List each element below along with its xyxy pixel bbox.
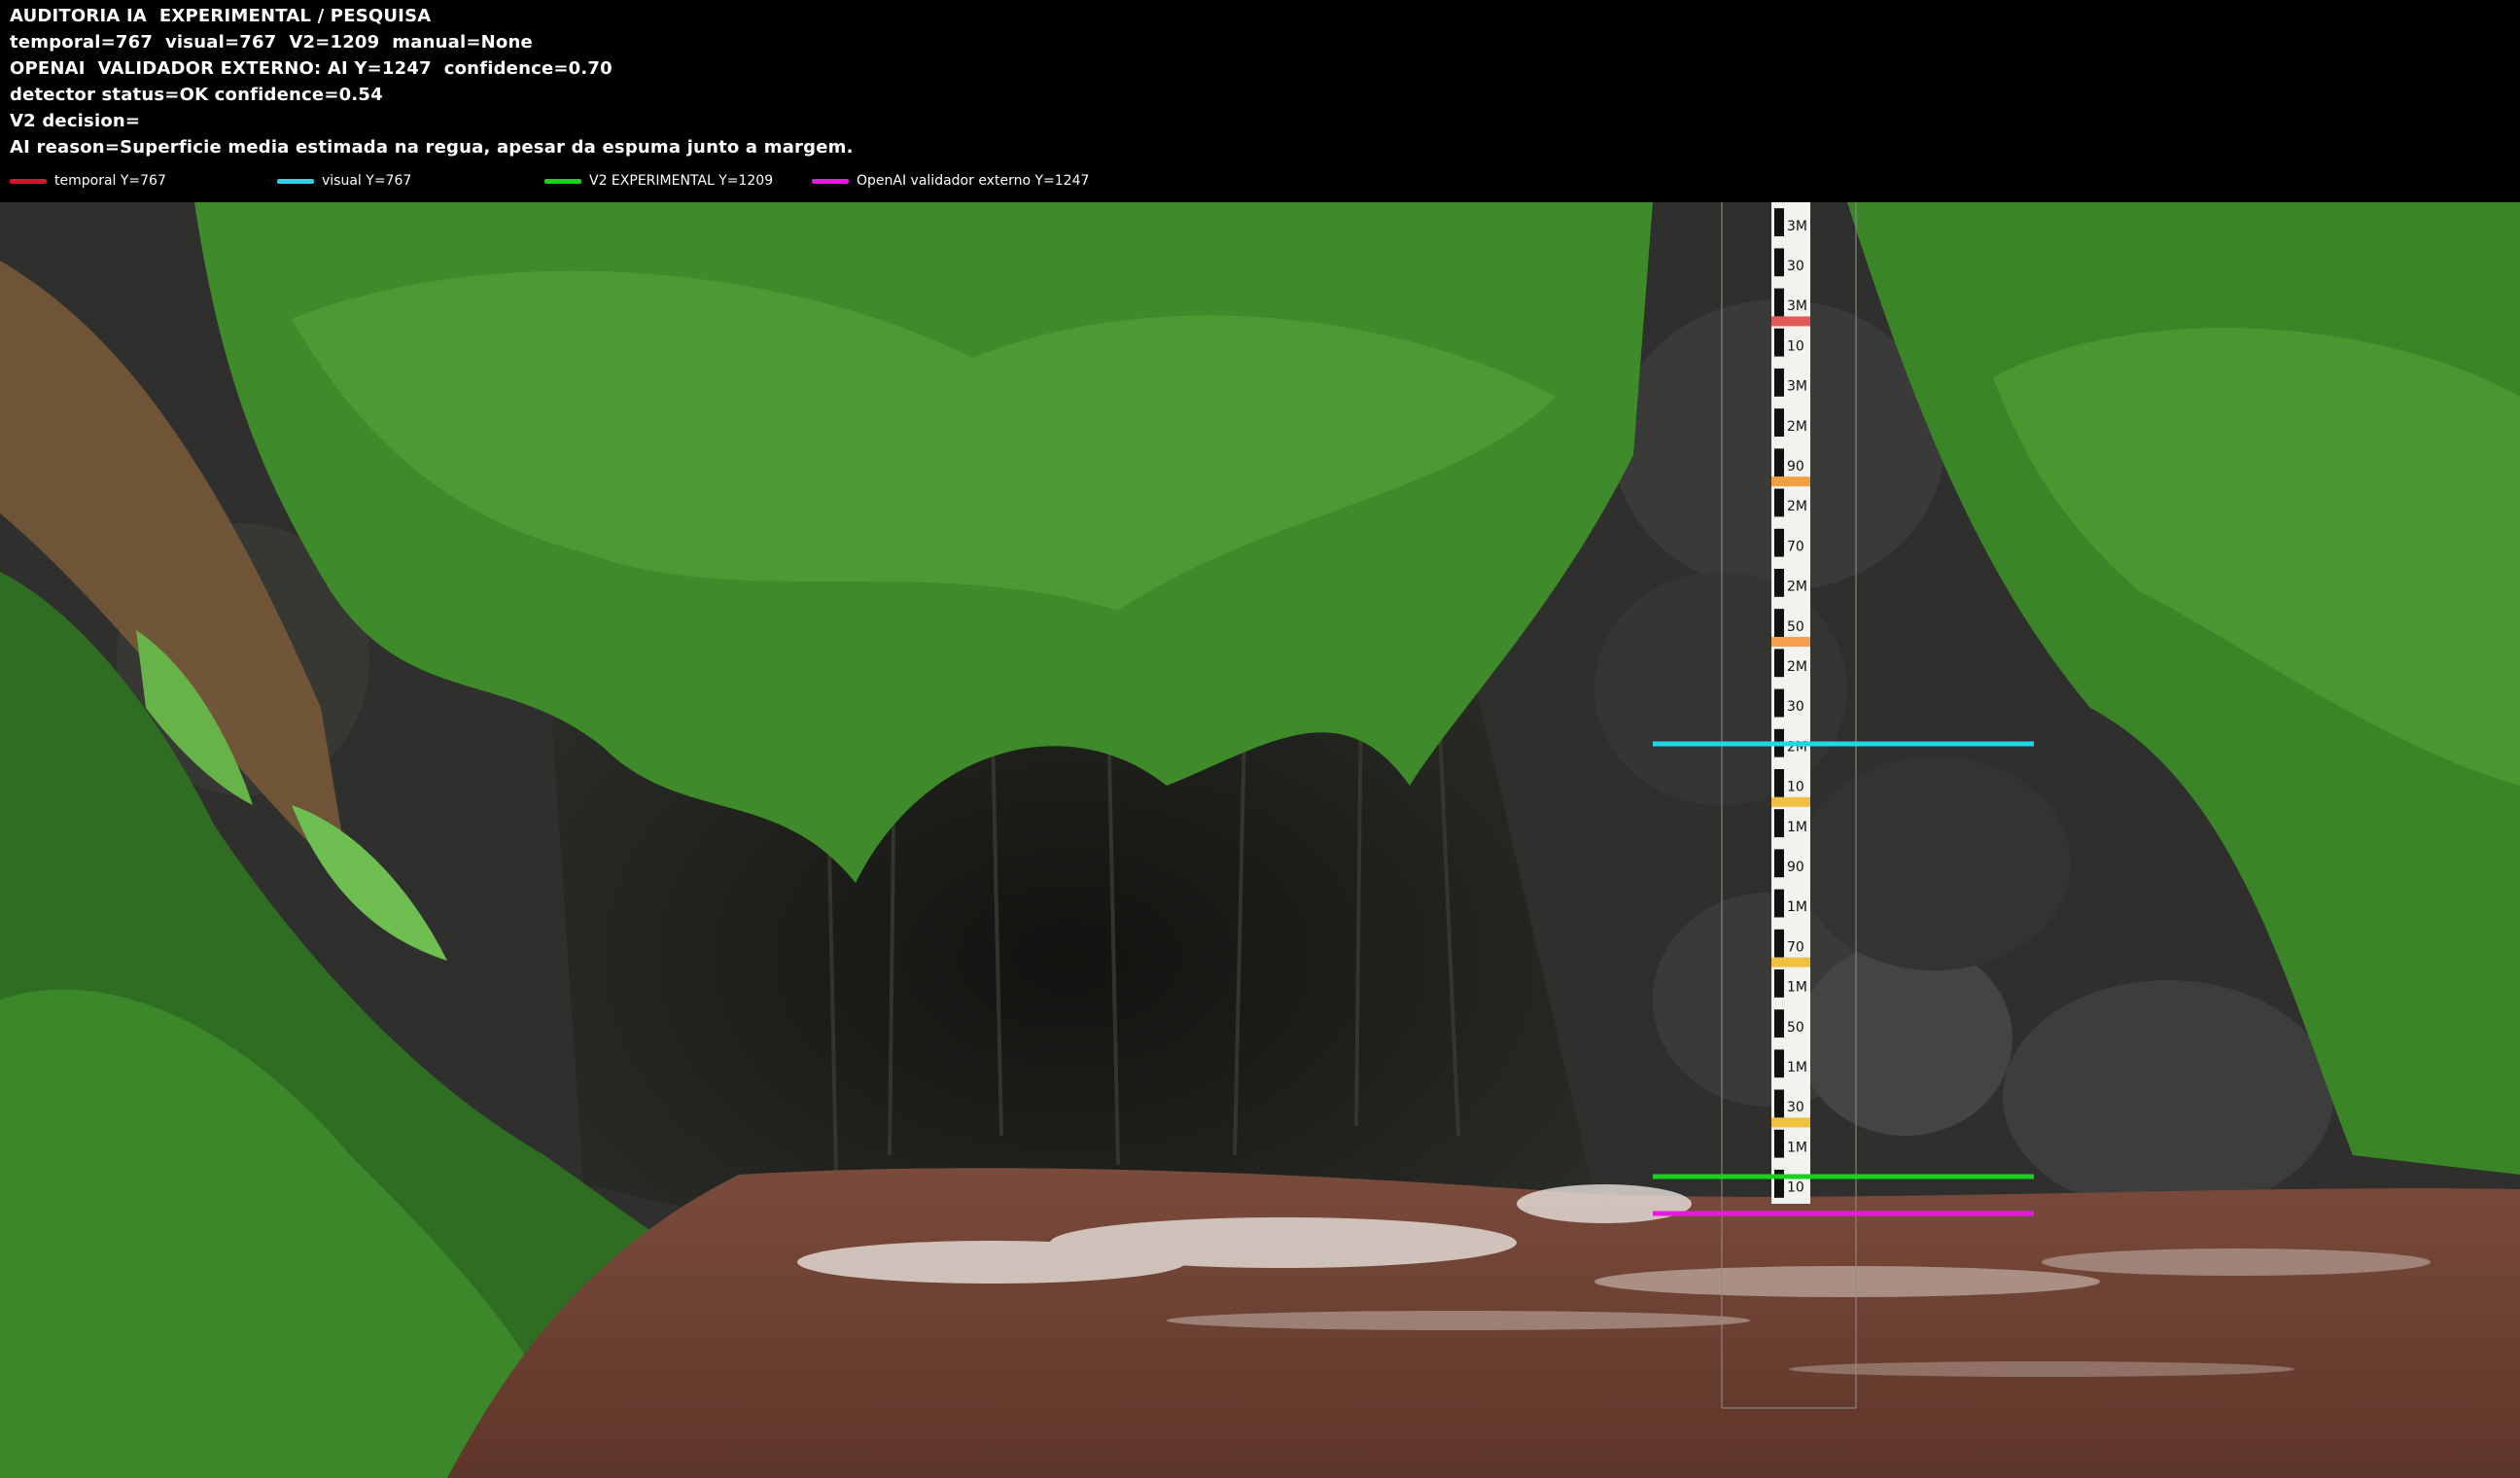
gauge-label: 2M: [1787, 580, 1807, 595]
gauge-label: 30: [1787, 699, 1804, 715]
legend-label-openai: OpenAI validador externo Y=1247: [857, 173, 1090, 189]
header-title: AUDITORIA IA EXPERIMENTAL / PESQUISA: [10, 6, 432, 26]
gauge-e-mark: [1774, 889, 1784, 918]
audit-header: AUDITORIA IA EXPERIMENTAL / PESQUISA tem…: [0, 0, 2520, 202]
gauge-e-mark: [1774, 768, 1784, 797]
gauge-e-mark: [1774, 1009, 1784, 1038]
gauge-label: 1M: [1787, 1140, 1807, 1155]
gauge-color-band: [1771, 1117, 1810, 1128]
gauge-label: 50: [1787, 1020, 1804, 1036]
legend-label-temporal: temporal Y=767: [54, 173, 166, 189]
legend-item-temporal: temporal Y=767: [10, 169, 166, 193]
gauge-label: 1M: [1787, 820, 1807, 835]
gauge-e-mark: [1774, 568, 1784, 597]
gauge-e-mark: [1774, 208, 1784, 237]
gauge-label: 10: [1787, 338, 1804, 354]
legend-swatch-temporal: [10, 179, 47, 184]
gauge-color-band: [1771, 957, 1810, 968]
header-openai-validator: OPENAI VALIDADOR EXTERNO: AI Y=1247 conf…: [10, 58, 612, 79]
gauge-color-band: [1771, 637, 1810, 648]
gauge-label: 2M: [1787, 499, 1807, 514]
gauge-e-mark: [1774, 328, 1784, 357]
gauge-label: 90: [1787, 860, 1804, 875]
gauge-label: 70: [1787, 939, 1804, 955]
gauge-e-mark: [1774, 1129, 1784, 1158]
gauge-label: 90: [1787, 459, 1804, 475]
gauge-e-mark: [1774, 1089, 1784, 1118]
legend-label-visual: visual Y=767: [322, 173, 412, 189]
gauge-e-mark: [1774, 488, 1784, 517]
river-scene: 3M303M103M2M902M702M502M302M101M901M701M…: [0, 202, 2520, 1478]
gauge-label: 10: [1787, 780, 1804, 795]
gauge-e-mark: [1774, 609, 1784, 638]
legend-swatch-v2: [544, 179, 581, 184]
gauge-label: 3M: [1787, 379, 1807, 395]
header-v2-decision: V2 decision=: [10, 111, 141, 131]
gauge-e-mark: [1774, 849, 1784, 878]
gauge-e-mark: [1774, 248, 1784, 277]
gauge-e-mark: [1774, 408, 1784, 438]
gauge-e-mark: [1774, 809, 1784, 838]
legend-item-openai: OpenAI validador externo Y=1247: [812, 169, 1089, 193]
header-detector-status: detector status=OK confidence=0.54: [10, 85, 383, 105]
gauge-label: 1M: [1787, 980, 1807, 996]
gauge-label: 3M: [1787, 299, 1807, 314]
header-ai-reason: AI reason=Superficie media estimada na r…: [10, 137, 854, 158]
legend-item-visual: visual Y=767: [277, 169, 411, 193]
gauge-e-mark: [1774, 1169, 1784, 1198]
staff-gauge: 3M303M103M2M902M702M502M302M101M901M701M…: [1771, 202, 1810, 1204]
gauge-e-mark: [1774, 688, 1784, 718]
gauge-label: 1M: [1787, 1060, 1807, 1075]
gauge-color-band: [1771, 316, 1810, 327]
gauge-label: 50: [1787, 619, 1804, 635]
gauge-e-mark: [1774, 448, 1784, 477]
gauge-label: 10: [1787, 1180, 1804, 1196]
gauge-label: 30: [1787, 1100, 1804, 1115]
gauge-label: 3M: [1787, 219, 1807, 234]
gauge-label: 2M: [1787, 419, 1807, 435]
gauge-color-band: [1771, 796, 1810, 807]
gauge-e-mark: [1774, 929, 1784, 958]
gauge-e-mark: [1774, 649, 1784, 678]
gauge-e-mark: [1774, 1049, 1784, 1078]
gauge-e-mark: [1774, 968, 1784, 998]
legend-item-v2: V2 EXPERIMENTAL Y=1209: [544, 169, 773, 193]
gauge-label: 2M: [1787, 659, 1807, 675]
gauge-label: 1M: [1787, 899, 1807, 915]
line-legend: temporal Y=767 visual Y=767 V2 EXPERIMEN…: [0, 169, 1361, 193]
legend-swatch-visual: [277, 179, 314, 184]
camera-frame: 3M 30 3M 10 3M 2M 90 2M 70 2M 50 2M 30 2M 10 1M 90 1M 70 1M…: [0, 202, 2520, 1478]
gauge-color-band: [1771, 476, 1810, 487]
gauge-label: 30: [1787, 259, 1804, 274]
gauge-e-mark: [1774, 528, 1784, 557]
gauge-label: 70: [1787, 539, 1804, 554]
gauge-e-mark: [1774, 368, 1784, 397]
gauge-e-mark: [1774, 288, 1784, 317]
legend-label-v2: V2 EXPERIMENTAL Y=1209: [589, 173, 774, 189]
legend-swatch-openai: [812, 179, 849, 184]
header-measurements: temporal=767 visual=767 V2=1209 manual=N…: [10, 32, 533, 53]
